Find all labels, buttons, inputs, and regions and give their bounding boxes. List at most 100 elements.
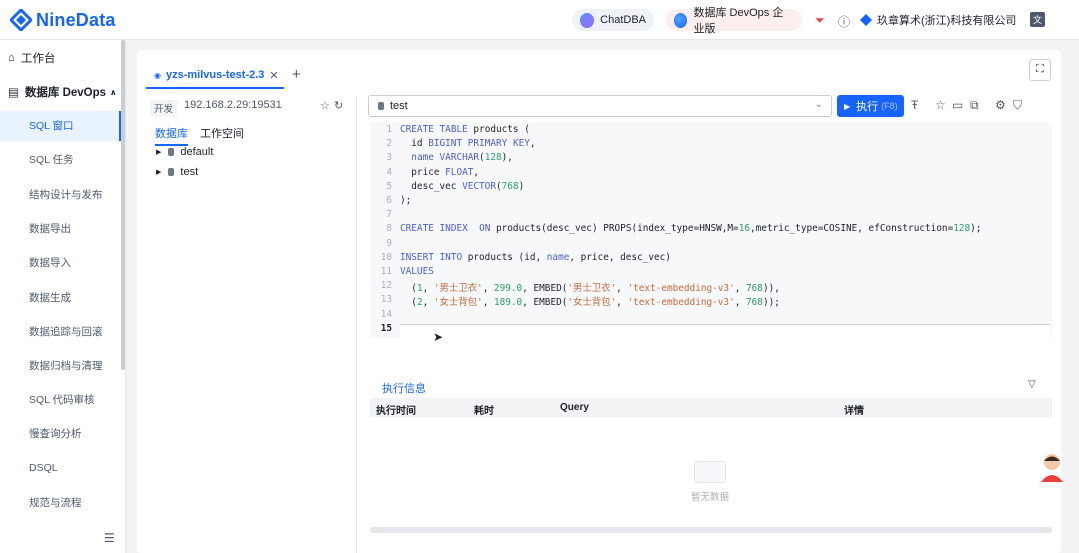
tree-item-test[interactable]: ▶ test [156,166,198,178]
database-icon [168,168,175,176]
result-table-header: 执行时间 耗时 Query 详情 [370,398,1052,417]
column-header: Query [560,402,589,413]
tab-workspace[interactable]: 工作空间 [200,125,244,141]
format-icon[interactable]: Ŧ [911,98,918,112]
devops-edition-button[interactable]: 数据库 DevOps 企业版 [666,7,802,35]
collapse-icon[interactable]: ▽ [1028,379,1036,390]
add-tab-button[interactable]: + [292,66,301,83]
sidebar: ⌂ 工作台 ▤ 数据库 DevOps ∧ SQL 窗口 SQL 任务 结构设计与… [0,40,126,553]
sidebar-item-data-rollback[interactable]: 数据追踪与回滚 [0,317,121,347]
globe-icon [674,12,688,28]
code-line: (2, '女士背包', 189.0, EMBED('女士背包', 'text-e… [400,297,780,309]
support-avatar-icon[interactable] [1039,452,1065,482]
horizontal-scrollbar[interactable] [370,527,1052,533]
chatdba-icon [580,12,595,28]
shield-icon[interactable]: ⛉ [1013,98,1022,113]
notification-icon[interactable]: ⏷ [815,13,825,28]
line-number: 8 [386,223,392,235]
star-icon[interactable]: ☆ [320,99,330,112]
sql-editor[interactable]: 1 2 3 4 5 6 7 8 9 10 11 12 13 14 15 CREATE TABLE produ… [370,122,1052,338]
history-icon[interactable]: ⧉ [970,98,979,113]
sidebar-item-data-archive[interactable]: 数据归档与清理 [0,351,121,381]
help-icon[interactable]: ⓘ [838,13,850,30]
caret-right-icon: ▶ [156,149,162,156]
tab-yzs-milvus[interactable]: ◉ yzs-milvus-test-2.3 ✕ [146,63,284,89]
org-icon [860,14,872,26]
tab-bar: ◉ yzs-milvus-test-2.3 ✕ + [137,63,1061,89]
sidebar-item-schema-design[interactable]: 结构设计与发布 [0,180,121,210]
play-icon: ▶ [844,101,851,111]
editor-toolbar: test ⌄ ▶ 执行 (F8) Ŧ ☆ ▭ ⧉ ⚙ ⛉ [368,95,1058,117]
settings-icon[interactable]: ⚙ [995,98,1006,112]
selected-database: test [390,100,408,112]
workbench-label: 工作台 [20,53,56,65]
code-line: CREATE INDEX ON products(desc_vec) PROPS… [400,223,982,235]
line-number: 10 [380,251,392,263]
empty-box-icon [694,461,726,483]
database-select[interactable]: test ⌄ [368,95,832,117]
chevron-down-icon: ⌄ [814,99,823,110]
collapse-sidebar-icon[interactable]: ☰ [104,531,115,545]
column-header: 耗时 [474,406,494,417]
column-header: 执行时间 [376,406,416,417]
app-name: NineData [36,9,116,30]
chatdba-button[interactable]: ChatDBA [572,9,654,31]
sidebar-item-sql-task[interactable]: SQL 任务 [0,145,121,175]
sidebar-scrollbar[interactable] [121,40,125,370]
execute-button[interactable]: ▶ 执行 (F8) [837,95,904,117]
code-line: desc_vec VECTOR(768) [400,180,525,192]
line-number: 9 [386,237,392,249]
code-line: price FLOAT, [400,166,480,178]
tab-label: yzs-milvus-test-2.3 [165,69,265,81]
tree-item-default[interactable]: ▶ default [156,146,213,158]
logo[interactable]: NineData [10,9,116,31]
main-panel: ⛶ ◉ yzs-milvus-test-2.3 ✕ + 开发 192.168.2… [137,50,1061,553]
devops-group-label: 数据库 DevOps [24,87,107,99]
tab-database[interactable]: 数据库 [155,125,188,146]
line-number: 4 [386,166,392,178]
mouse-cursor-icon: ➤ [433,330,444,344]
code-line: VALUES [400,266,434,277]
favorite-icon[interactable]: ☆ [935,98,946,112]
result-panel: 执行信息 ▽ 执行时间 耗时 Query 详情 暂无数据 [370,376,1052,533]
sidebar-item-workbench[interactable]: ⌂ 工作台 [8,50,55,66]
sidebar-item-rules[interactable]: 规范与流程 [0,488,121,518]
org-name: 玖章算术(浙江)科技有限公司 [877,15,1017,27]
line-number: 12 [380,280,392,292]
code-line: ); [400,195,412,206]
line-number: 13 [380,294,392,306]
current-line [400,324,1050,338]
language-icon[interactable]: 文 [1030,12,1046,27]
close-icon[interactable]: ✕ [269,69,278,82]
ninedata-logo-icon [10,9,32,31]
sidebar-group-devops[interactable]: ▤ 数据库 DevOps ∧ [8,84,117,100]
line-number: 14 [380,308,392,320]
home-icon: ⌂ [8,52,15,64]
line-number: 7 [386,209,392,221]
code-line: INSERT INTO products (id, name, price, d… [400,251,671,263]
tree-item-label: test [180,166,199,178]
sidebar-item-data-export[interactable]: 数据导出 [0,214,121,244]
folder-icon[interactable]: ▭ [952,98,963,112]
sidebar-item-slow-query[interactable]: 慢查询分析 [0,419,121,449]
sidebar-item-data-import[interactable]: 数据导入 [0,248,121,278]
sidebar-item-data-generate[interactable]: 数据生成 [0,283,121,313]
code-line: id BIGINT PRIMARY KEY, [400,138,536,150]
execute-hint: (F8) [881,101,898,111]
chatdba-label: ChatDBA [600,14,646,26]
env-badge: 开发 [150,100,178,116]
devops-icon: ▤ [8,87,19,99]
sidebar-item-sql-window[interactable]: SQL 窗口 [0,111,121,141]
code-line: (1, '男士卫衣', 299.0, EMBED('男士卫衣', 'text-e… [400,283,780,295]
line-number: 11 [380,266,392,277]
line-number: 1 [386,124,392,135]
execute-label: 执行 [856,101,879,113]
org-switcher[interactable]: 玖章算术(浙江)科技有限公司 [860,12,1016,28]
sidebar-item-dsql[interactable]: DSQL [0,453,121,483]
database-icon [168,148,175,156]
refresh-icon[interactable]: ↻ [334,99,343,112]
top-bar: NineData ChatDBA 数据库 DevOps 企业版 ⏷ ⓘ 玖章算术… [0,0,1079,40]
eye-icon: ◉ [154,70,161,80]
sidebar-item-sql-review[interactable]: SQL 代码审核 [0,385,121,415]
devops-edition-label: 数据库 DevOps 企业版 [693,7,784,35]
